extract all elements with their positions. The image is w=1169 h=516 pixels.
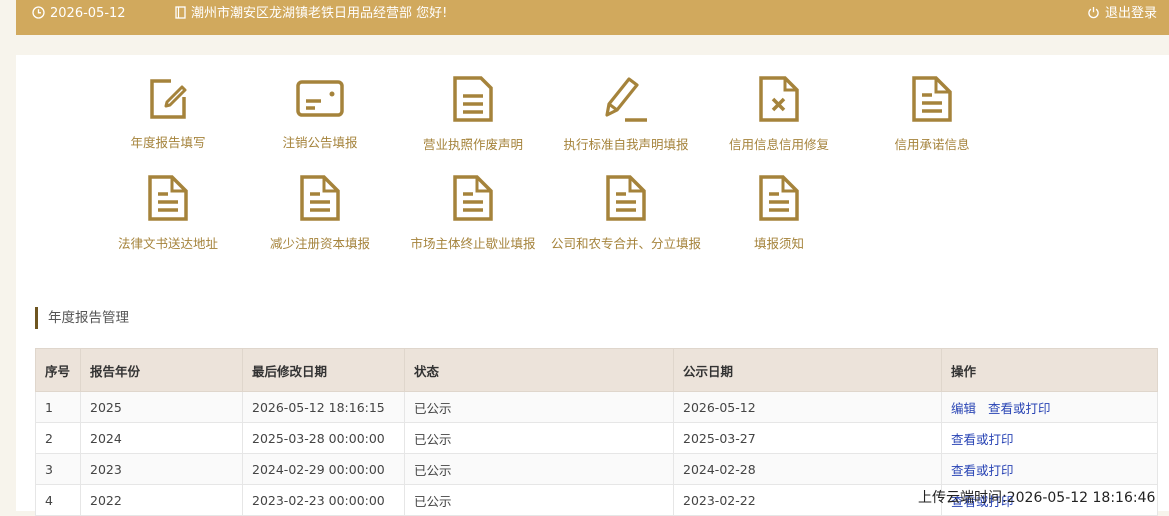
cell-modified: 2026-05-12 18:16:15 <box>242 391 405 423</box>
table-row: 3 2023 2024-02-29 00:00:00 已公示 2024-02-2… <box>35 453 1158 485</box>
document-icon <box>759 175 799 221</box>
document-icon <box>606 175 646 221</box>
menu-label: 减少注册资本填报 <box>269 236 370 251</box>
cell-ops: 编辑 查看或打印 <box>941 391 1158 423</box>
menu-filing-instructions[interactable]: 填报须知 <box>699 174 859 252</box>
menu-credit-repair[interactable]: 信用信息信用修复 <box>699 75 859 153</box>
menu-label: 营业执照作废声明 <box>422 137 523 152</box>
menu-label: 年度报告填写 <box>130 135 206 150</box>
menu-label: 执行标准自我声明填报 <box>563 137 689 152</box>
document-icon <box>453 76 493 122</box>
col-header-ops: 操作 <box>941 348 1158 392</box>
edit-icon <box>150 79 187 119</box>
menu-merger-division[interactable]: 公司和农专合并、分立填报 <box>546 174 706 252</box>
upload-time-note: 上传云端时间:2026-05-12 18:16:46 <box>918 490 1156 506</box>
view-print-link[interactable]: 查看或打印 <box>988 401 1051 416</box>
menu-label: 法律文书送达地址 <box>117 236 218 251</box>
view-print-link[interactable]: 查看或打印 <box>951 463 1014 478</box>
power-icon <box>1088 7 1099 19</box>
cell-ops: 查看或打印 <box>941 422 1158 454</box>
menu-label: 信用承诺信息 <box>894 137 970 152</box>
cell-no: 1 <box>35 391 81 423</box>
cell-modified: 2024-02-29 00:00:00 <box>242 453 405 485</box>
document-icon <box>148 175 188 221</box>
cell-year: 2023 <box>80 453 243 485</box>
table-row: 1 2025 2026-05-12 18:16:15 已公示 2026-05-1… <box>35 391 1158 423</box>
cell-year: 2025 <box>80 391 243 423</box>
document-x-icon <box>759 76 799 122</box>
logout-button[interactable]: 退出登录 <box>1087 0 1157 28</box>
document-icon <box>453 175 493 221</box>
menu-business-termination[interactable]: 市场主体终止歇业填报 <box>393 174 553 252</box>
header-greeting: 潮州市潮安区龙湖镇老铁日用品经营部 您好! <box>175 0 447 28</box>
col-header-published: 公示日期 <box>673 348 942 392</box>
menu-capital-reduction[interactable]: 减少注册资本填报 <box>240 174 400 252</box>
top-bar: 2026-05-12 潮州市潮安区龙湖镇老铁日用品经营部 您好! 退出登录 <box>16 0 1169 35</box>
edit-link[interactable]: 编辑 <box>951 401 976 416</box>
book-icon <box>175 6 186 19</box>
cell-modified: 2025-03-28 00:00:00 <box>242 422 405 454</box>
menu-credit-commitment[interactable]: 信用承诺信息 <box>852 75 1012 153</box>
col-header-status: 状态 <box>404 348 674 392</box>
header-date: 2026-05-12 <box>32 0 126 28</box>
menu-label: 公司和农专合并、分立填报 <box>550 236 701 251</box>
header-greeting-text: 潮州市潮安区龙湖镇老铁日用品经营部 您好! <box>191 6 448 21</box>
menu-deregistration-notice[interactable]: 注销公告填报 <box>240 75 400 151</box>
logout-label: 退出登录 <box>1104 6 1157 21</box>
document-icon <box>300 175 340 221</box>
menu-label: 注销公告填报 <box>282 135 358 150</box>
cell-year: 2024 <box>80 422 243 454</box>
menu-label: 市场主体终止歇业填报 <box>410 236 536 251</box>
cell-published: 2024-02-28 <box>673 453 942 485</box>
document-icon <box>912 76 952 122</box>
menu-label: 信用信息信用修复 <box>728 137 829 152</box>
menu-standard-declaration[interactable]: 执行标准自我声明填报 <box>546 75 706 153</box>
cell-published: 2026-05-12 <box>673 391 942 423</box>
col-header-no: 序号 <box>35 348 81 392</box>
section-title: 年度报告管理 <box>35 307 129 329</box>
view-print-link[interactable]: 查看或打印 <box>951 432 1014 447</box>
cell-status: 已公示 <box>404 453 674 485</box>
card-icon <box>296 80 344 117</box>
pencil-icon <box>605 77 647 122</box>
main-panel: 年度报告填写 注销公告填报 营业执照作废声明 执行标准自我声明填报 信用信息信用… <box>16 55 1169 516</box>
cell-no: 2 <box>35 422 81 454</box>
menu-legal-service-address[interactable]: 法律文书送达地址 <box>88 174 248 252</box>
table-row: 2 2024 2025-03-28 00:00:00 已公示 2025-03-2… <box>35 422 1158 454</box>
cell-status: 已公示 <box>404 422 674 454</box>
cell-no: 3 <box>35 453 81 485</box>
menu-annual-report[interactable]: 年度报告填写 <box>88 75 248 151</box>
cell-ops: 查看或打印 <box>941 453 1158 485</box>
table-header-row: 序号 报告年份 最后修改日期 状态 公示日期 操作 <box>35 348 1158 392</box>
cell-status: 已公示 <box>404 391 674 423</box>
col-header-modified: 最后修改日期 <box>242 348 405 392</box>
cell-published: 2025-03-27 <box>673 422 942 454</box>
clock-icon <box>32 6 45 19</box>
menu-license-void[interactable]: 营业执照作废声明 <box>393 75 553 153</box>
header-date-text: 2026-05-12 <box>50 6 126 21</box>
col-header-year: 报告年份 <box>80 348 243 392</box>
menu-label: 填报须知 <box>753 236 804 251</box>
